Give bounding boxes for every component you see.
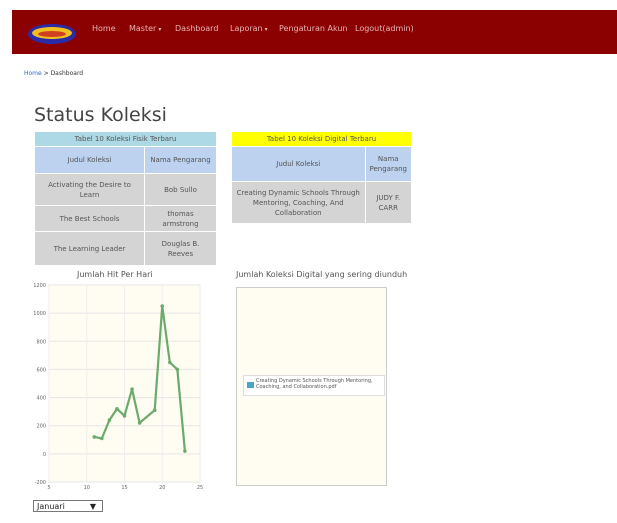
table-cell: Bob Sullo <box>144 173 217 206</box>
y-tick-label: 800 <box>36 339 46 345</box>
x-tick-label: 10 <box>84 485 90 491</box>
data-point <box>130 387 134 391</box>
column-header: Judul Koleksi <box>34 146 145 174</box>
caret-down-icon: ▾ <box>264 26 268 33</box>
data-point <box>115 407 119 411</box>
breadcrumb-current: Dashboard <box>50 70 84 77</box>
data-point <box>160 304 165 308</box>
y-tick-label: 1200 <box>33 283 46 289</box>
nav-dashboard[interactable]: Dashboard <box>175 24 218 33</box>
table-caption: Tabel 10 Koleksi Digital Terbaru <box>231 131 412 147</box>
dropdown-arrow-icon: ▼ <box>89 502 96 511</box>
data-point <box>92 435 97 439</box>
legend-label: Creating Dynamic Schools Through Mentori… <box>256 378 373 390</box>
data-point <box>168 360 172 365</box>
nav-laporan[interactable]: Laporan ▾ <box>230 24 268 33</box>
y-tick-label: 1000 <box>33 311 46 317</box>
table-cell: Douglas B. Reeves <box>144 231 217 266</box>
y-tick-label: 600 <box>36 367 46 373</box>
month-select[interactable]: Januari ▼ <box>33 500 103 512</box>
data-point <box>107 418 112 422</box>
table-caption: Tabel 10 Koleksi Fisik Terbaru <box>34 131 217 147</box>
x-tick-label: 20 <box>159 485 165 491</box>
data-point <box>100 436 104 441</box>
nav-home[interactable]: Home <box>92 24 116 33</box>
top-navbar: Home Master ▾ Dashboard Laporan ▾ Pengatur… <box>12 10 617 54</box>
table-cell: The Learning Leader <box>34 231 145 266</box>
pie-chart-title: Jumlah Koleksi Digital yang sering diund… <box>236 270 408 279</box>
column-header: Nama Pengarang <box>364 146 412 182</box>
y-tick-label: 0 <box>43 452 46 458</box>
x-tick-label: 15 <box>121 485 127 491</box>
y-tick-label: 400 <box>36 396 46 402</box>
page-title: Status Koleksi <box>34 104 167 126</box>
column-header: Judul Koleksi <box>231 146 366 182</box>
table-cell: Activating the Desire to Learn <box>34 173 145 206</box>
app-logo[interactable] <box>26 18 78 48</box>
nav-pengaturan-akun[interactable]: Pengaturan Akun <box>279 24 348 33</box>
table-koleksi-digital: Tabel 10 Koleksi Digital Terbaru Judul K… <box>231 131 412 224</box>
breadcrumb: Home > Dashboard <box>24 70 84 77</box>
x-tick-label: 25 <box>197 485 203 491</box>
nav-logout[interactable]: Logout(admin) <box>355 24 414 33</box>
y-tick-label: 200 <box>36 424 46 430</box>
data-point <box>183 449 187 453</box>
line-chart: -200 0 200 400 600 800 1000 1200 5 10 15 20 25 <box>33 283 203 491</box>
table-cell: The Best Schools <box>34 205 145 232</box>
data-point <box>152 408 157 413</box>
nav-master[interactable]: Master ▾ <box>129 24 161 33</box>
pie-chart-legend: Creating Dynamic Schools Through Mentori… <box>243 375 385 396</box>
breadcrumb-home[interactable]: Home <box>24 70 42 77</box>
x-tick-label: 5 <box>47 485 50 491</box>
caret-down-icon: ▾ <box>158 26 162 33</box>
data-point <box>137 421 142 425</box>
table-cell: Creating Dynamic Schools Through Mentori… <box>231 181 366 224</box>
table-cell: thomas armstrong <box>144 205 217 232</box>
legend-swatch <box>247 382 254 388</box>
data-point <box>122 414 127 418</box>
y-tick-label: -200 <box>35 480 46 486</box>
table-cell: JUDY F. CARR <box>364 181 412 224</box>
table-koleksi-fisik: Tabel 10 Koleksi Fisik Terbaru Judul Kol… <box>34 131 217 266</box>
column-header: Nama Pengarang <box>144 146 217 174</box>
data-point <box>175 367 180 372</box>
